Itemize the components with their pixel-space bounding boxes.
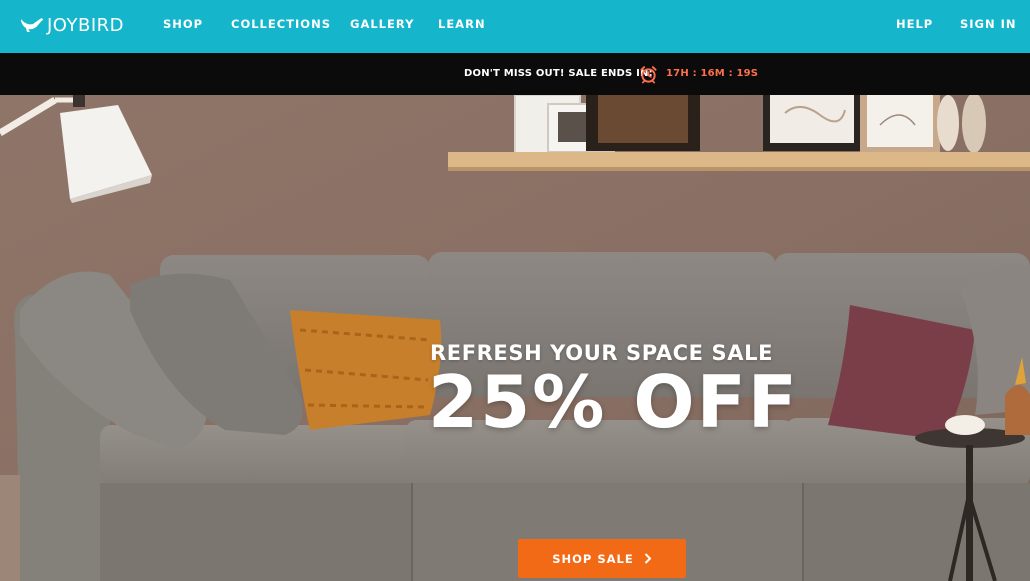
chevron-right-icon	[644, 553, 652, 564]
nav-collections[interactable]: COLLECTIONS	[231, 17, 331, 31]
nav-sign-in[interactable]: SIGN IN	[960, 17, 1017, 31]
hero-title: 25% OFF	[428, 360, 799, 444]
nav-shop[interactable]: SHOP	[163, 17, 203, 31]
brand-name: JOYBIRD	[47, 14, 125, 36]
alarm-clock-icon	[640, 66, 657, 84]
promo-message: DON'T MISS OUT! SALE ENDS IN:	[464, 68, 653, 79]
promo-bar: DON'T MISS OUT! SALE ENDS IN: 17H : 16M …	[0, 53, 1030, 95]
bird-logo-icon	[21, 18, 43, 32]
joybird-logo[interactable]: JOYBIRD	[20, 13, 124, 37]
nav-learn[interactable]: LEARN	[438, 17, 486, 31]
nav-help[interactable]: HELP	[896, 17, 933, 31]
shop-sale-button[interactable]: SHOP SALE	[518, 539, 686, 578]
nav-gallery[interactable]: GALLERY	[350, 17, 414, 31]
top-navigation: JOYBIRD SHOP COLLECTIONS GALLERY LEARN H…	[0, 0, 1030, 53]
hero-banner: REFRESH YOUR SPACE SALE 25% OFF SHOP SAL…	[0, 95, 1030, 581]
shop-sale-label: SHOP SALE	[552, 551, 634, 566]
living-room-hero-image	[0, 95, 1030, 581]
sale-countdown: 17H : 16M : 19S	[666, 68, 759, 79]
